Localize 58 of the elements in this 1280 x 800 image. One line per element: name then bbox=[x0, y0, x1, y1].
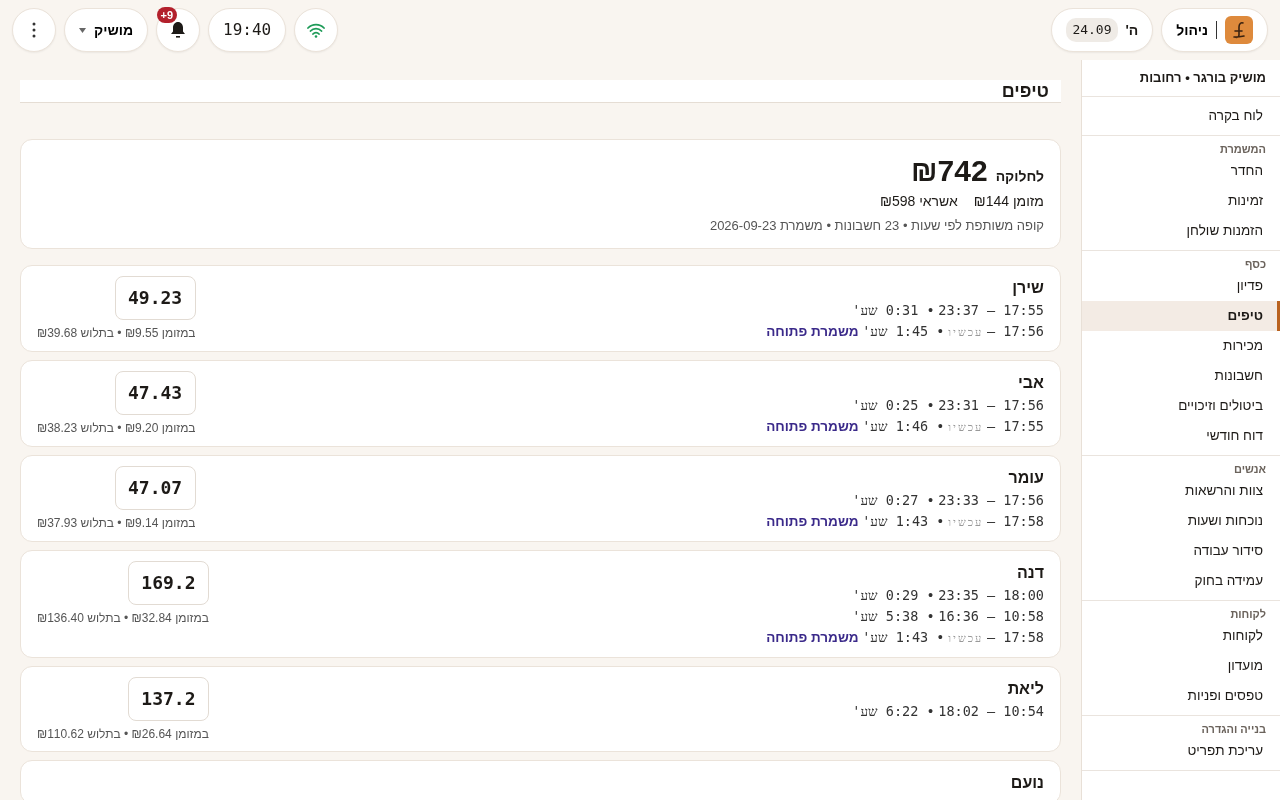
section-title: המשמרת bbox=[1218, 142, 1267, 156]
sidebar-item[interactable]: חשבונות bbox=[1082, 361, 1280, 391]
total-label: לחלוקה bbox=[995, 167, 1044, 186]
section-title: כסף bbox=[1243, 257, 1267, 271]
sidebar-item[interactable]: טפסים ופניות bbox=[1082, 681, 1280, 711]
sidebar-item[interactable]: הזמנות שולחן bbox=[1082, 216, 1280, 246]
employee-name: עומר bbox=[1007, 467, 1044, 488]
notification-badge: +9 bbox=[156, 7, 178, 23]
sidebar-item[interactable]: לקוחות bbox=[1082, 621, 1280, 651]
sidebar-item[interactable]: צוות והרשאות bbox=[1082, 476, 1280, 506]
section-title: אנשים bbox=[1233, 462, 1267, 476]
section-title: בנייה והגדרה bbox=[1200, 722, 1267, 736]
tip-amount-field[interactable]: 47.43 bbox=[114, 370, 196, 415]
page-title: טיפים bbox=[20, 80, 1061, 103]
tip-breakdown: במזומן ₪9.55 • בתלוש ₪39.68 bbox=[37, 324, 196, 342]
summary-note: קופה משותפת לפי שעות • 23 חשבונות • משמרת 2026-09-23 bbox=[708, 217, 1044, 235]
tip-breakdown: במזומן ₪32.84 • בתלוש ₪136.40 bbox=[37, 609, 209, 627]
brand-button[interactable]: ניהול bbox=[1161, 8, 1268, 52]
section-title: לקוחות bbox=[1229, 607, 1267, 621]
total-amount: ₪742 bbox=[911, 154, 988, 187]
sidebar-item[interactable]: מכירות bbox=[1082, 331, 1280, 361]
tip-amount-field[interactable]: 169.2 bbox=[127, 560, 209, 605]
sidebar-item[interactable]: החדר bbox=[1082, 156, 1280, 186]
sidebar-title: מושיק בורגר • רחובות bbox=[1082, 60, 1280, 97]
menu-icon bbox=[32, 22, 36, 38]
caret-icon bbox=[79, 27, 86, 33]
sidebar-item[interactable]: נוכחות ושעות bbox=[1082, 506, 1280, 536]
logo-icon bbox=[1225, 16, 1253, 44]
employee-name: שירן bbox=[1011, 277, 1044, 298]
employee-name: ליאת bbox=[1006, 678, 1044, 699]
sidebar-item[interactable]: מועדון bbox=[1082, 651, 1280, 681]
sidebar-item[interactable]: עמידה בחוק bbox=[1082, 566, 1280, 596]
notifications-button[interactable]: +9 bbox=[156, 8, 201, 52]
tip-breakdown: במזומן ₪9.20 • בתלוש ₪38.23 bbox=[37, 419, 196, 437]
employee-name: דנה bbox=[1015, 562, 1044, 583]
sidebar-item[interactable]: עריכת תפריט bbox=[1082, 736, 1280, 766]
credit-total: אשראי ₪598 bbox=[880, 192, 958, 211]
tip-breakdown: במזומן ₪9.14 • בתלוש ₪37.93 bbox=[37, 514, 196, 532]
employee-name: נועם bbox=[1010, 772, 1044, 793]
user-dropdown[interactable]: מושיק bbox=[64, 8, 149, 52]
date-label: 24.09 bbox=[1066, 18, 1118, 42]
day-label: ה' bbox=[1125, 20, 1139, 40]
tip-amount-field[interactable]: 49.23 bbox=[114, 275, 196, 320]
sidebar-item[interactable]: טיפים bbox=[1082, 301, 1280, 331]
employee-name: אבי bbox=[1017, 372, 1044, 393]
sidebar-item[interactable]: דוח חודשי bbox=[1082, 421, 1280, 451]
sidebar-item[interactable]: ביטולים וזיכויים bbox=[1082, 391, 1280, 421]
wifi-button[interactable] bbox=[294, 8, 339, 52]
tip-amount-field[interactable]: 137.2 bbox=[127, 676, 209, 721]
sidebar-item[interactable]: סידור עבודה bbox=[1082, 536, 1280, 566]
sidebar-item[interactable]: פדיון bbox=[1082, 271, 1280, 301]
tip-amount-field[interactable]: 47.07 bbox=[114, 465, 196, 510]
tip-breakdown: במזומן ₪26.64 • בתלוש ₪110.62 bbox=[37, 725, 209, 743]
sidebar-item[interactable]: לוח בקרה bbox=[1082, 101, 1280, 131]
sidebar-item[interactable]: זמינות bbox=[1082, 186, 1280, 216]
clock: 19:40 bbox=[208, 8, 287, 52]
cash-total: מזומן ₪144 bbox=[973, 192, 1044, 211]
bell-icon bbox=[170, 21, 187, 39]
